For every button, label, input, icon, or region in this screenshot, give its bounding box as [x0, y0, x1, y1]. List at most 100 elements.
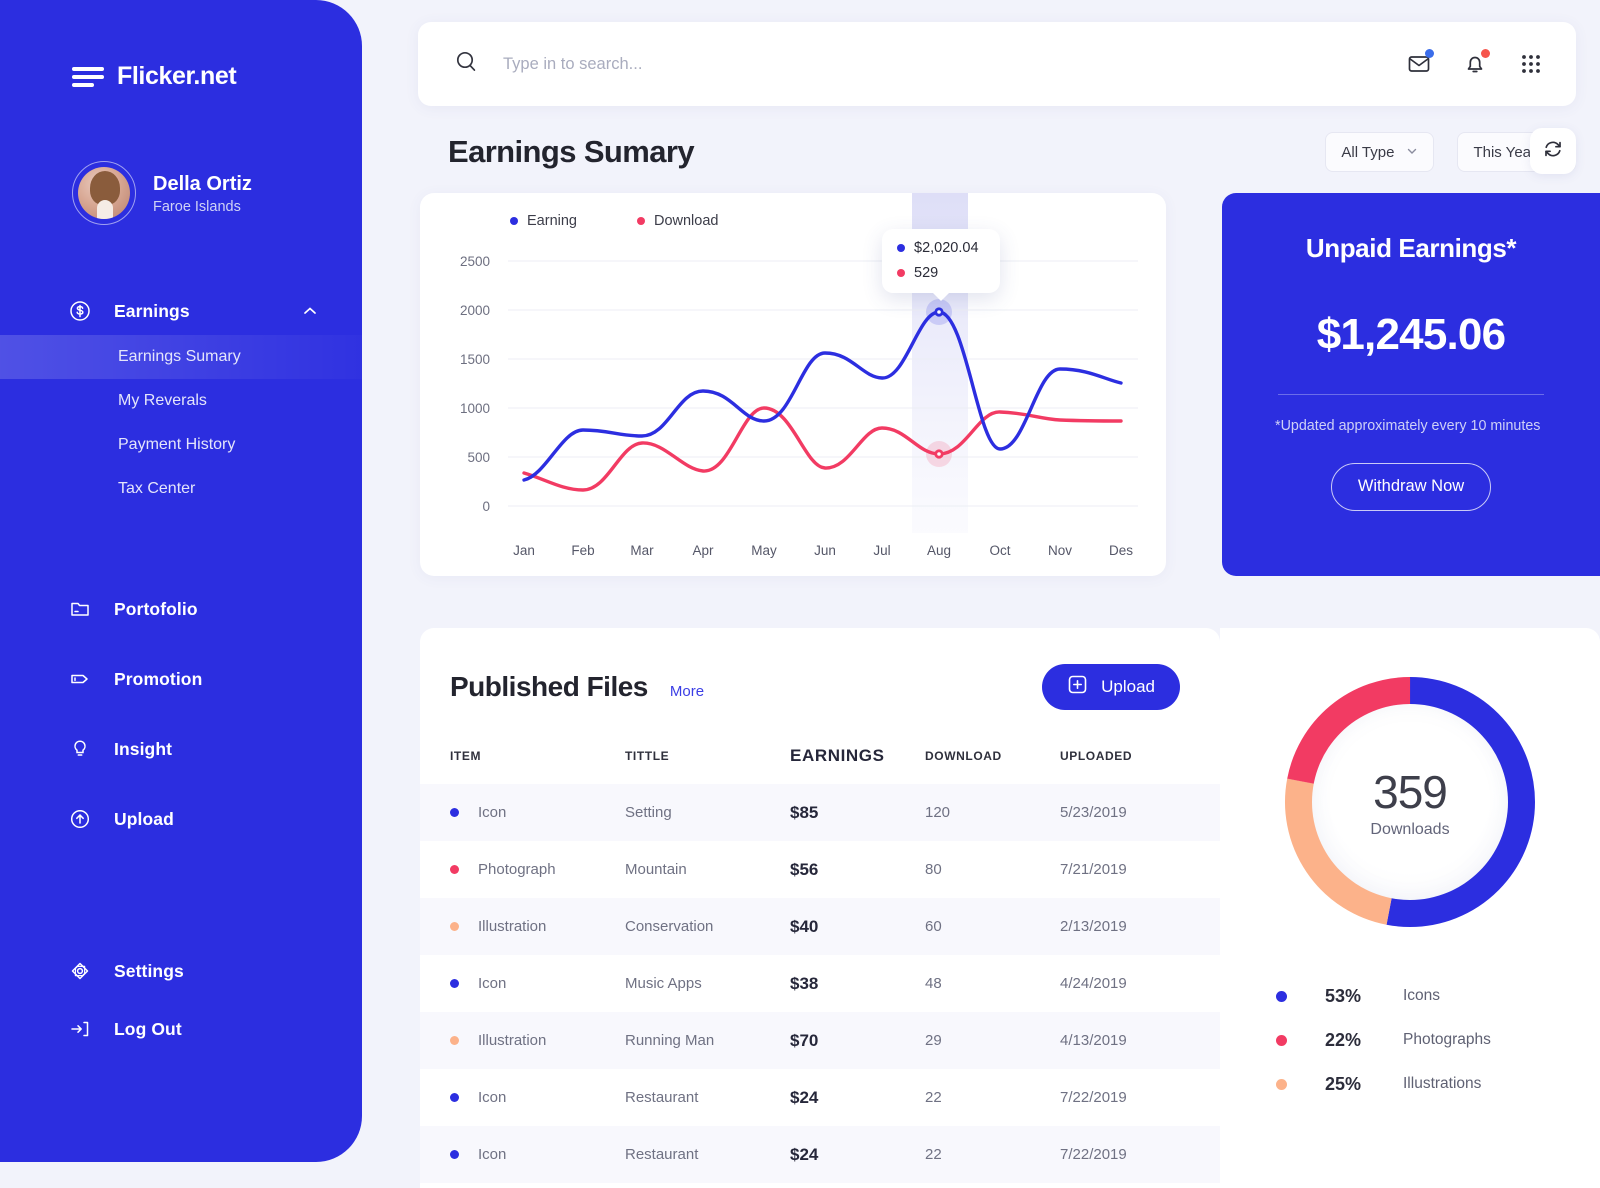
donut-total-value: 359	[1373, 766, 1448, 818]
refresh-button[interactable]	[1530, 128, 1576, 174]
cell-item: Illustration	[478, 918, 547, 935]
column-header-item: ITEM	[450, 749, 482, 763]
profile-name: Della Ortiz	[153, 172, 252, 195]
cell-earnings: $85	[790, 802, 819, 822]
donut-total-label: Downloads	[1370, 821, 1450, 838]
downloads-donut-chart: 359 Downloads	[1274, 666, 1546, 938]
svg-text:500: 500	[467, 450, 490, 465]
search-bar[interactable]	[454, 49, 1404, 79]
table-row[interactable]: Icon Music Apps $38 48 4/24/2019	[420, 955, 1220, 1012]
profile-location: Faroe Islands	[153, 198, 241, 215]
tooltip-earning-value: $2,020.04	[914, 240, 979, 256]
sidebar-subitem-payment-history[interactable]: Payment History	[0, 423, 362, 467]
svg-text:Feb: Feb	[571, 543, 594, 558]
table-row[interactable]: Photograph Mountain $56 80 7/21/2019	[420, 841, 1220, 898]
grid-apps-icon[interactable]	[1516, 49, 1546, 79]
dashboard-root: Flicker.net Della Ortiz Faroe Islands Ea…	[0, 0, 1600, 1188]
svg-text:Oct: Oct	[989, 543, 1010, 558]
table-row[interactable]: Icon Restaurant $24 22 7/22/2019	[420, 1069, 1220, 1126]
withdraw-label: Withdraw Now	[1357, 477, 1465, 496]
mail-icon[interactable]	[1404, 49, 1434, 79]
sidebar-item-insight[interactable]: Insight	[0, 725, 362, 773]
svg-text:May: May	[751, 543, 777, 558]
sidebar-item-label: Upload	[114, 808, 174, 829]
more-link[interactable]: More	[670, 683, 704, 700]
unpaid-note: *Updated approximately every 10 minutes	[1275, 418, 1541, 434]
cell-download: 22	[925, 1089, 942, 1106]
donut-legend-pct: 22%	[1325, 1029, 1362, 1050]
svg-text:Nov: Nov	[1048, 543, 1072, 558]
sidebar-subitem-label: My Reverals	[118, 392, 207, 409]
cell-item: Icon	[478, 975, 507, 992]
folder-icon	[68, 597, 92, 621]
table-row[interactable]: Illustration Conservation $40 60 2/13/20…	[420, 898, 1220, 955]
chevron-down-icon	[1406, 144, 1418, 161]
item-type-dot	[450, 1150, 459, 1159]
published-files-card: Published Files More Upload ITEM TITTLE …	[420, 628, 1220, 1188]
plus-square-icon	[1067, 674, 1088, 700]
item-type-dot	[450, 1093, 459, 1102]
search-input[interactable]	[503, 54, 923, 74]
bell-badge	[1481, 49, 1490, 58]
sidebar-item-earnings[interactable]: Earnings	[0, 287, 362, 335]
column-header-earnings: EARNINGS	[790, 746, 885, 765]
bell-icon[interactable]	[1460, 49, 1490, 79]
sidebar: Flicker.net Della Ortiz Faroe Islands Ea…	[0, 0, 362, 1162]
cell-earnings: $24	[790, 1144, 819, 1164]
type-filter-select[interactable]: All Type	[1325, 132, 1435, 172]
unpaid-title: Unpaid Earnings*	[1305, 233, 1517, 263]
cell-uploaded: 7/22/2019	[1060, 1089, 1127, 1106]
cell-earnings: $56	[790, 859, 819, 879]
sidebar-subitem-earnings-sumary[interactable]: Earnings Sumary	[0, 335, 362, 379]
user-profile[interactable]: Della Ortiz Faroe Islands	[72, 161, 362, 225]
table-row[interactable]: Illustration Running Man $70 29 4/13/201…	[420, 1012, 1220, 1069]
brand-logo[interactable]: Flicker.net	[72, 62, 362, 91]
sidebar-item-settings[interactable]: Settings	[0, 947, 362, 995]
brand-name: Flicker.net	[117, 62, 237, 90]
tooltip-row-earning: $2,020.04	[897, 240, 983, 256]
item-type-dot	[450, 979, 459, 988]
cell-title: Setting	[625, 804, 672, 821]
sidebar-item-label: Earnings	[114, 300, 190, 321]
sidebar-subitem-my-reverals[interactable]: My Reverals	[0, 379, 362, 423]
sidebar-item-promotion[interactable]: Promotion	[0, 655, 362, 703]
chart-tooltip: $2,020.04 529	[882, 229, 1000, 301]
avatar	[72, 161, 136, 225]
donut-legend: 53% Icons 22% Photographs 25% Illustrati…	[1276, 974, 1600, 1106]
sidebar-nav: Earnings Earnings Sumary My Reverals Pay…	[0, 287, 362, 1053]
dollar-circle-icon	[68, 299, 92, 323]
sidebar-item-upload[interactable]: Upload	[0, 795, 362, 843]
withdraw-now-button[interactable]: Withdraw Now	[1331, 462, 1491, 511]
cell-uploaded: 4/13/2019	[1060, 1032, 1127, 1049]
tag-icon	[68, 667, 92, 691]
upload-button-label: Upload	[1101, 677, 1155, 696]
cell-title: Running Man	[625, 1032, 715, 1049]
cell-item: Icon	[478, 1146, 507, 1163]
svg-text:Des: Des	[1109, 543, 1133, 558]
item-type-dot	[450, 865, 459, 874]
svg-text:2500: 2500	[460, 254, 490, 269]
upload-button[interactable]: Upload	[1042, 664, 1180, 710]
lightbulb-icon	[68, 737, 92, 761]
svg-text:Mar: Mar	[630, 543, 654, 558]
cell-item: Icon	[478, 804, 507, 821]
table-header-row: ITEM TITTLE EARNINGS DOWNLOAD UPLOADED	[420, 736, 1220, 784]
settings-icon	[68, 959, 92, 983]
donut-legend-pct: 53%	[1325, 985, 1362, 1006]
donut-legend-name: Illustrations	[1403, 1075, 1482, 1092]
svg-text:Apr: Apr	[692, 543, 714, 558]
item-type-dot	[450, 1036, 459, 1045]
table-row[interactable]: Icon Setting $85 120 5/23/2019	[420, 784, 1220, 841]
sidebar-item-log-out[interactable]: Log Out	[0, 1005, 362, 1053]
table-row[interactable]: Icon Restaurant $24 22 7/22/2019	[420, 1126, 1220, 1183]
sidebar-subitem-label: Tax Center	[118, 480, 196, 497]
type-filter-value: All Type	[1341, 143, 1395, 161]
sidebar-item-portofolio[interactable]: Portofolio	[0, 585, 362, 633]
column-header-tittle: TITTLE	[625, 749, 670, 763]
cell-earnings: $70	[790, 1030, 819, 1050]
cell-item: Photograph	[478, 861, 556, 878]
chevron-up-icon[interactable]	[302, 303, 318, 319]
sidebar-subitem-tax-center[interactable]: Tax Center	[0, 467, 362, 511]
svg-text:Jun: Jun	[814, 543, 836, 558]
svg-text:1500: 1500	[460, 352, 490, 367]
